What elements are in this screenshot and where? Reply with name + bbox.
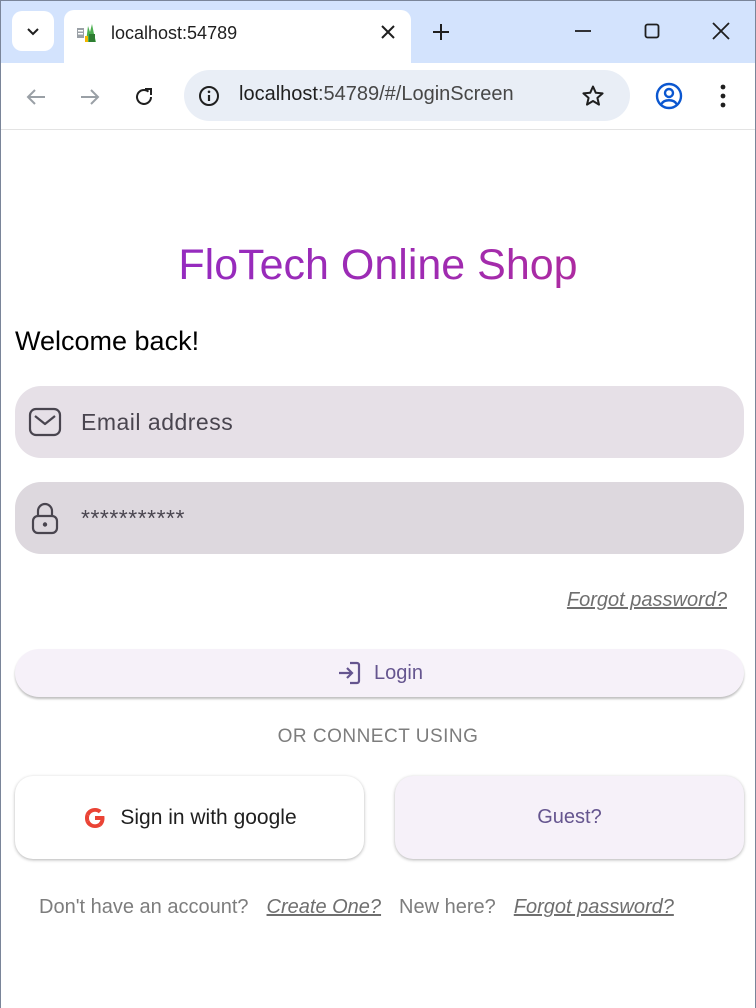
new-tab-button[interactable] — [426, 17, 456, 47]
account-links-row: Don't have an account? Create One? New her… — [39, 896, 674, 919]
create-account-link[interactable]: Create One? — [267, 896, 382, 919]
page-title: FloTech Online Shop — [1, 241, 755, 290]
google-icon — [85, 807, 105, 828]
back-button[interactable] — [19, 80, 53, 114]
arrow-left-icon — [26, 89, 45, 105]
close-tab-button[interactable] — [376, 20, 400, 44]
site-info-button[interactable] — [196, 83, 222, 109]
forgot-password-link-bottom[interactable]: Forgot password? — [514, 896, 674, 919]
password-field[interactable] — [15, 482, 744, 554]
browser-toolbar: localhost:54789/#/LoginScreen — [1, 63, 755, 130]
tab-title: localhost:54789 — [111, 23, 238, 43]
password-input[interactable] — [81, 496, 721, 540]
lock-icon — [27, 500, 63, 536]
info-icon — [199, 86, 219, 106]
url-text: localhost:54789/#/LoginScreen — [239, 83, 514, 106]
login-label: Login — [374, 661, 423, 684]
new-here-text: New here? — [399, 896, 496, 918]
email-input[interactable] — [81, 400, 721, 444]
no-account-text: Don't have an account? — [39, 896, 249, 918]
close-window-button[interactable] — [703, 13, 739, 49]
star-icon — [582, 85, 604, 106]
maximize-button[interactable] — [634, 13, 670, 49]
welcome-heading: Welcome back! — [15, 326, 200, 356]
plus-icon — [433, 24, 449, 40]
login-screen: FloTech Online Shop Welcome back! Forgot… — [1, 131, 755, 1008]
chevron-down-icon — [27, 28, 39, 36]
profile-button[interactable] — [653, 80, 685, 112]
arrow-right-icon — [81, 89, 100, 105]
close-icon — [381, 25, 395, 39]
guest-button[interactable]: Guest? — [395, 776, 744, 859]
mail-icon — [27, 404, 63, 440]
google-sign-in-label: Sign in with google — [120, 805, 297, 829]
bookmark-button[interactable] — [580, 83, 606, 109]
address-bar[interactable]: localhost:54789/#/LoginScreen — [184, 70, 630, 121]
forgot-password-link[interactable]: Forgot password? — [567, 589, 727, 612]
tab-search-button[interactable] — [12, 11, 54, 51]
browser-window: localhost:54789 localhost:54789/#/LoginS… — [0, 0, 756, 1008]
email-field[interactable] — [15, 386, 744, 458]
favicon-icon — [77, 24, 96, 42]
login-button[interactable]: Login — [15, 649, 744, 697]
or-connect-label: OR CONNECT USING — [277, 726, 479, 747]
close-icon — [712, 22, 730, 40]
google-sign-in-button[interactable]: Sign in with google — [15, 776, 364, 859]
browser-menu-button[interactable] — [709, 80, 737, 112]
url-path: :54789/#/LoginScreen — [317, 83, 514, 105]
url-host: localhost — [239, 83, 318, 105]
forward-button[interactable] — [73, 80, 107, 114]
more-vert-icon — [720, 84, 726, 108]
guest-label: Guest? — [537, 806, 602, 828]
maximize-icon — [644, 23, 660, 39]
login-icon — [339, 661, 361, 685]
reload-icon — [136, 88, 152, 105]
browser-tab[interactable]: localhost:54789 — [64, 10, 411, 63]
account-icon — [655, 82, 683, 110]
reload-button[interactable] — [127, 80, 161, 114]
minimize-button[interactable] — [565, 13, 601, 49]
tab-strip: localhost:54789 — [1, 1, 755, 63]
minimize-icon — [575, 30, 591, 32]
